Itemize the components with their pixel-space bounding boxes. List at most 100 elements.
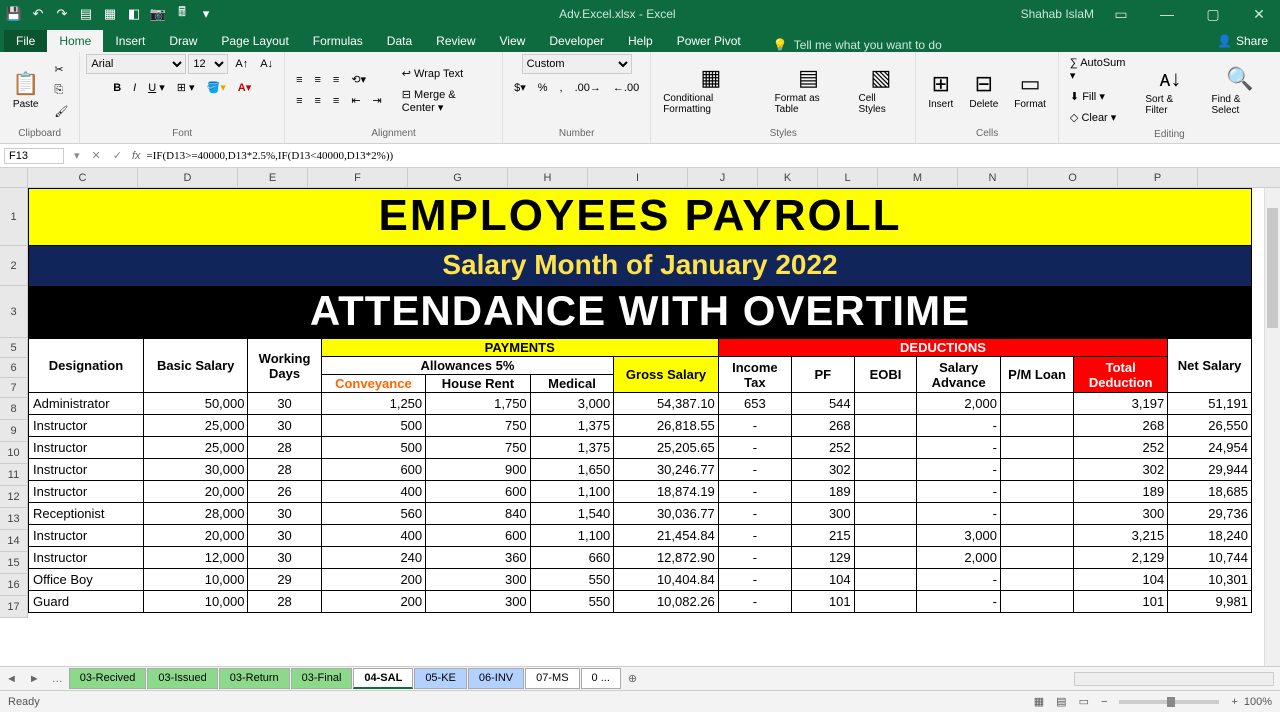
font-size-select[interactable]: 12 <box>188 54 228 74</box>
cell[interactable]: 2,129 <box>1074 547 1168 569</box>
cell[interactable] <box>854 525 917 547</box>
cell[interactable]: 28 <box>248 591 321 613</box>
table-row[interactable]: Instructor25,000305007501,37526,818.55-2… <box>29 415 1252 437</box>
table-row[interactable]: Instructor20,000304006001,10021,454.84-2… <box>29 525 1252 547</box>
conditional-formatting-button[interactable]: ▦Conditional Formatting <box>657 61 764 119</box>
align-top-icon[interactable]: ≡ <box>291 71 307 89</box>
fill-button[interactable]: ⬇ Fill ▾ <box>1065 87 1135 106</box>
cell[interactable] <box>1000 591 1073 613</box>
cell[interactable]: 29,944 <box>1168 459 1252 481</box>
formula-input[interactable] <box>145 148 1280 164</box>
cell[interactable]: 200 <box>321 591 426 613</box>
new-sheet-icon[interactable]: ⊕ <box>622 672 643 685</box>
cell[interactable]: 3,000 <box>917 525 1001 547</box>
sheet-title-3[interactable]: ATTENDANCE WITH OVERTIME <box>28 286 1252 338</box>
cell[interactable]: - <box>718 525 791 547</box>
row-header-3[interactable]: 3 <box>0 286 28 338</box>
cell[interactable]: 1,650 <box>530 459 614 481</box>
row-header-11[interactable]: 11 <box>0 464 28 486</box>
cell[interactable] <box>1000 459 1073 481</box>
cell[interactable]: 268 <box>1074 415 1168 437</box>
table-row[interactable]: Instructor20,000264006001,10018,874.19-1… <box>29 481 1252 503</box>
table-row[interactable]: Receptionist28,000305608401,54030,036.77… <box>29 503 1252 525</box>
sheet-tab-07-ms[interactable]: 07-MS <box>525 668 579 689</box>
hdr-eobi[interactable]: EOBI <box>854 357 917 393</box>
cell[interactable]: 1,375 <box>530 437 614 459</box>
dec-decimal-icon[interactable]: ←.00 <box>608 79 644 97</box>
hdr-deductions[interactable]: DEDUCTIONS <box>718 339 1167 357</box>
clear-button[interactable]: ◇ Clear ▾ <box>1065 108 1135 127</box>
namebox-dropdown-icon[interactable]: ▾ <box>68 149 86 162</box>
zoom-out-icon[interactable]: − <box>1095 696 1113 708</box>
cell[interactable]: 189 <box>791 481 854 503</box>
number-format-select[interactable]: Custom <box>522 54 632 74</box>
border-icon[interactable]: ⊞ ▾ <box>172 78 200 97</box>
cell[interactable]: 29 <box>248 569 321 591</box>
indent-inc-icon[interactable]: ⇥ <box>368 91 387 110</box>
hdr-net[interactable]: Net Salary <box>1168 339 1252 393</box>
cell[interactable] <box>854 569 917 591</box>
cell[interactable] <box>854 459 917 481</box>
view-normal-icon[interactable]: ▦ <box>1028 695 1050 708</box>
cell[interactable]: Instructor <box>29 481 144 503</box>
qat-icon-4[interactable]: ▤ <box>78 6 94 22</box>
close-icon[interactable]: ✕ <box>1244 6 1274 23</box>
cell[interactable]: 24,954 <box>1168 437 1252 459</box>
italic-button[interactable]: I <box>128 79 141 97</box>
col-header-C[interactable]: C <box>28 168 138 187</box>
cell[interactable]: 10,744 <box>1168 547 1252 569</box>
cell[interactable]: Instructor <box>29 437 144 459</box>
cell[interactable] <box>854 415 917 437</box>
hdr-itax[interactable]: Income Tax <box>718 357 791 393</box>
table-row[interactable]: Administrator50,000301,2501,7503,00054,3… <box>29 393 1252 415</box>
cell[interactable]: Instructor <box>29 547 144 569</box>
hdr-pm[interactable]: P/M Loan <box>1000 357 1073 393</box>
cell[interactable]: 18,874.19 <box>614 481 719 503</box>
name-box[interactable] <box>4 148 64 164</box>
row-header-9[interactable]: 9 <box>0 420 28 442</box>
cell[interactable]: 10,082.26 <box>614 591 719 613</box>
cell[interactable] <box>1000 503 1073 525</box>
find-select-button[interactable]: 🔍Find & Select <box>1206 62 1275 120</box>
cell[interactable]: - <box>718 503 791 525</box>
view-page-icon[interactable]: ▤ <box>1050 695 1072 708</box>
vertical-scrollbar[interactable] <box>1264 188 1280 666</box>
cell[interactable]: 360 <box>426 547 531 569</box>
comma-icon[interactable]: , <box>555 79 568 97</box>
cell[interactable] <box>854 481 917 503</box>
col-header-M[interactable]: M <box>878 168 958 187</box>
cell[interactable] <box>854 393 917 415</box>
cell[interactable]: 500 <box>321 437 426 459</box>
view-break-icon[interactable]: ▭ <box>1073 695 1095 708</box>
cell[interactable]: 30,246.77 <box>614 459 719 481</box>
sheet-tab-05-ke[interactable]: 05-KE <box>414 668 467 689</box>
cell[interactable] <box>854 503 917 525</box>
cell[interactable]: 54,387.10 <box>614 393 719 415</box>
cell[interactable]: 2,000 <box>917 393 1001 415</box>
cell[interactable]: 300 <box>426 569 531 591</box>
cell[interactable]: 750 <box>426 437 531 459</box>
cell[interactable] <box>854 591 917 613</box>
row-header-14[interactable]: 14 <box>0 530 28 552</box>
cell[interactable]: - <box>718 481 791 503</box>
cell[interactable]: 300 <box>426 591 531 613</box>
cell[interactable]: 268 <box>791 415 854 437</box>
col-header-P[interactable]: P <box>1118 168 1198 187</box>
tab-power-pivot[interactable]: Power Pivot <box>665 30 753 52</box>
cell[interactable]: 660 <box>530 547 614 569</box>
cell[interactable]: 21,454.84 <box>614 525 719 547</box>
cell[interactable]: - <box>718 547 791 569</box>
hdr-conv[interactable]: Conveyance <box>321 375 426 393</box>
indent-dec-icon[interactable]: ⇤ <box>346 91 365 110</box>
cell[interactable]: 400 <box>321 481 426 503</box>
tab-formulas[interactable]: Formulas <box>301 30 375 52</box>
align-right-icon[interactable]: ≡ <box>328 92 344 110</box>
cell[interactable]: - <box>917 459 1001 481</box>
inc-decimal-icon[interactable]: .00→ <box>570 79 606 97</box>
row-header-12[interactable]: 12 <box>0 486 28 508</box>
hdr-pf[interactable]: PF <box>791 357 854 393</box>
undo-icon[interactable]: ↶ <box>30 6 46 22</box>
col-header-D[interactable]: D <box>138 168 238 187</box>
orientation-icon[interactable]: ⟲▾ <box>346 70 371 89</box>
cell[interactable]: 12,872.90 <box>614 547 719 569</box>
